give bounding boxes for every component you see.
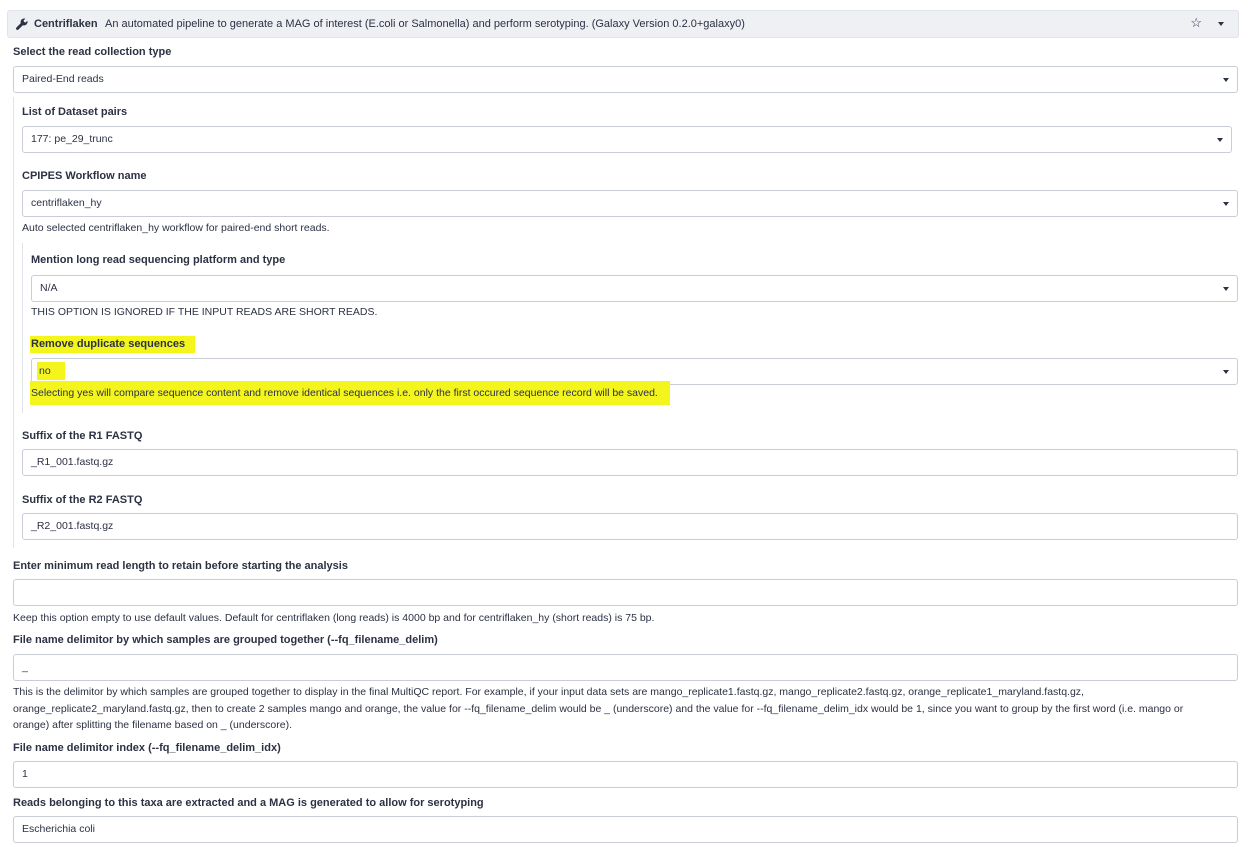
- dataset-pairs-label: List of Dataset pairs: [22, 106, 128, 118]
- dataset-pairs-select[interactable]: 177: pe_29_trunc: [22, 126, 1232, 153]
- remove-duplicates-label: Remove duplicate sequences: [30, 336, 196, 353]
- chevron-down-icon: [1223, 370, 1229, 374]
- chevron-down-icon: [1217, 138, 1223, 142]
- filename-delim-label: File name delimitor by which samples are…: [13, 634, 438, 646]
- suffix-r1-input[interactable]: _R1_001.fastq.gz: [22, 449, 1238, 476]
- workflow-select[interactable]: centriflaken_hy: [22, 190, 1238, 217]
- filename-delim-help-line-3: orange) after splitting the filename bas…: [13, 719, 292, 731]
- min-read-length-help: Keep this option empty to use default va…: [13, 612, 655, 624]
- suffix-r2-label: Suffix of the R2 FASTQ: [22, 494, 143, 506]
- min-read-length-input[interactable]: [13, 579, 1238, 606]
- section-indent-line: [13, 97, 14, 548]
- tool-description: An automated pipeline to generate a MAG …: [105, 18, 745, 30]
- long-read-platform-label: Mention long read sequencing platform an…: [31, 254, 286, 266]
- chevron-down-icon: [1223, 78, 1229, 82]
- chevron-down-icon: [1223, 202, 1229, 206]
- filename-delim-idx-label: File name delimitor index (--fq_filename…: [13, 742, 281, 754]
- min-read-length-label: Enter minimum read length to retain befo…: [13, 560, 348, 572]
- star-icon[interactable]: ☆: [1190, 16, 1202, 30]
- remove-duplicates-help: Selecting yes will compare sequence cont…: [30, 381, 670, 405]
- section-indent-line: [22, 243, 23, 413]
- tool-title: Centriflaken: [34, 18, 98, 30]
- filename-delim-idx-input[interactable]: 1: [13, 761, 1238, 788]
- filename-delim-help-line-1: This is the delimitor by which samples a…: [13, 686, 1084, 698]
- suffix-r1-label: Suffix of the R1 FASTQ: [22, 430, 143, 442]
- suffix-r2-input[interactable]: _R2_001.fastq.gz: [22, 513, 1238, 540]
- wrench-icon: [16, 18, 28, 30]
- workflow-help: Auto selected centriflaken_hy workflow f…: [22, 222, 330, 234]
- read-collection-select[interactable]: Paired-End reads: [13, 66, 1238, 93]
- workflow-label: CPIPES Workflow name: [22, 170, 147, 182]
- tool-header[interactable]: Centriflaken An automated pipeline to ge…: [7, 10, 1239, 38]
- filename-delim-help-line-2: orange_replicate2_maryland.fastq.gz, the…: [13, 703, 1184, 715]
- long-read-platform-select[interactable]: N/A: [31, 275, 1238, 302]
- long-read-platform-help: THIS OPTION IS IGNORED IF THE INPUT READ…: [31, 306, 378, 318]
- filename-delim-input[interactable]: _: [13, 654, 1238, 681]
- taxa-label: Reads belonging to this taxa are extract…: [13, 797, 484, 809]
- taxa-input[interactable]: Escherichia coli: [13, 816, 1238, 843]
- chevron-down-icon: [1223, 287, 1229, 291]
- chevron-down-icon[interactable]: [1218, 22, 1224, 26]
- read-collection-label: Select the read collection type: [13, 46, 172, 58]
